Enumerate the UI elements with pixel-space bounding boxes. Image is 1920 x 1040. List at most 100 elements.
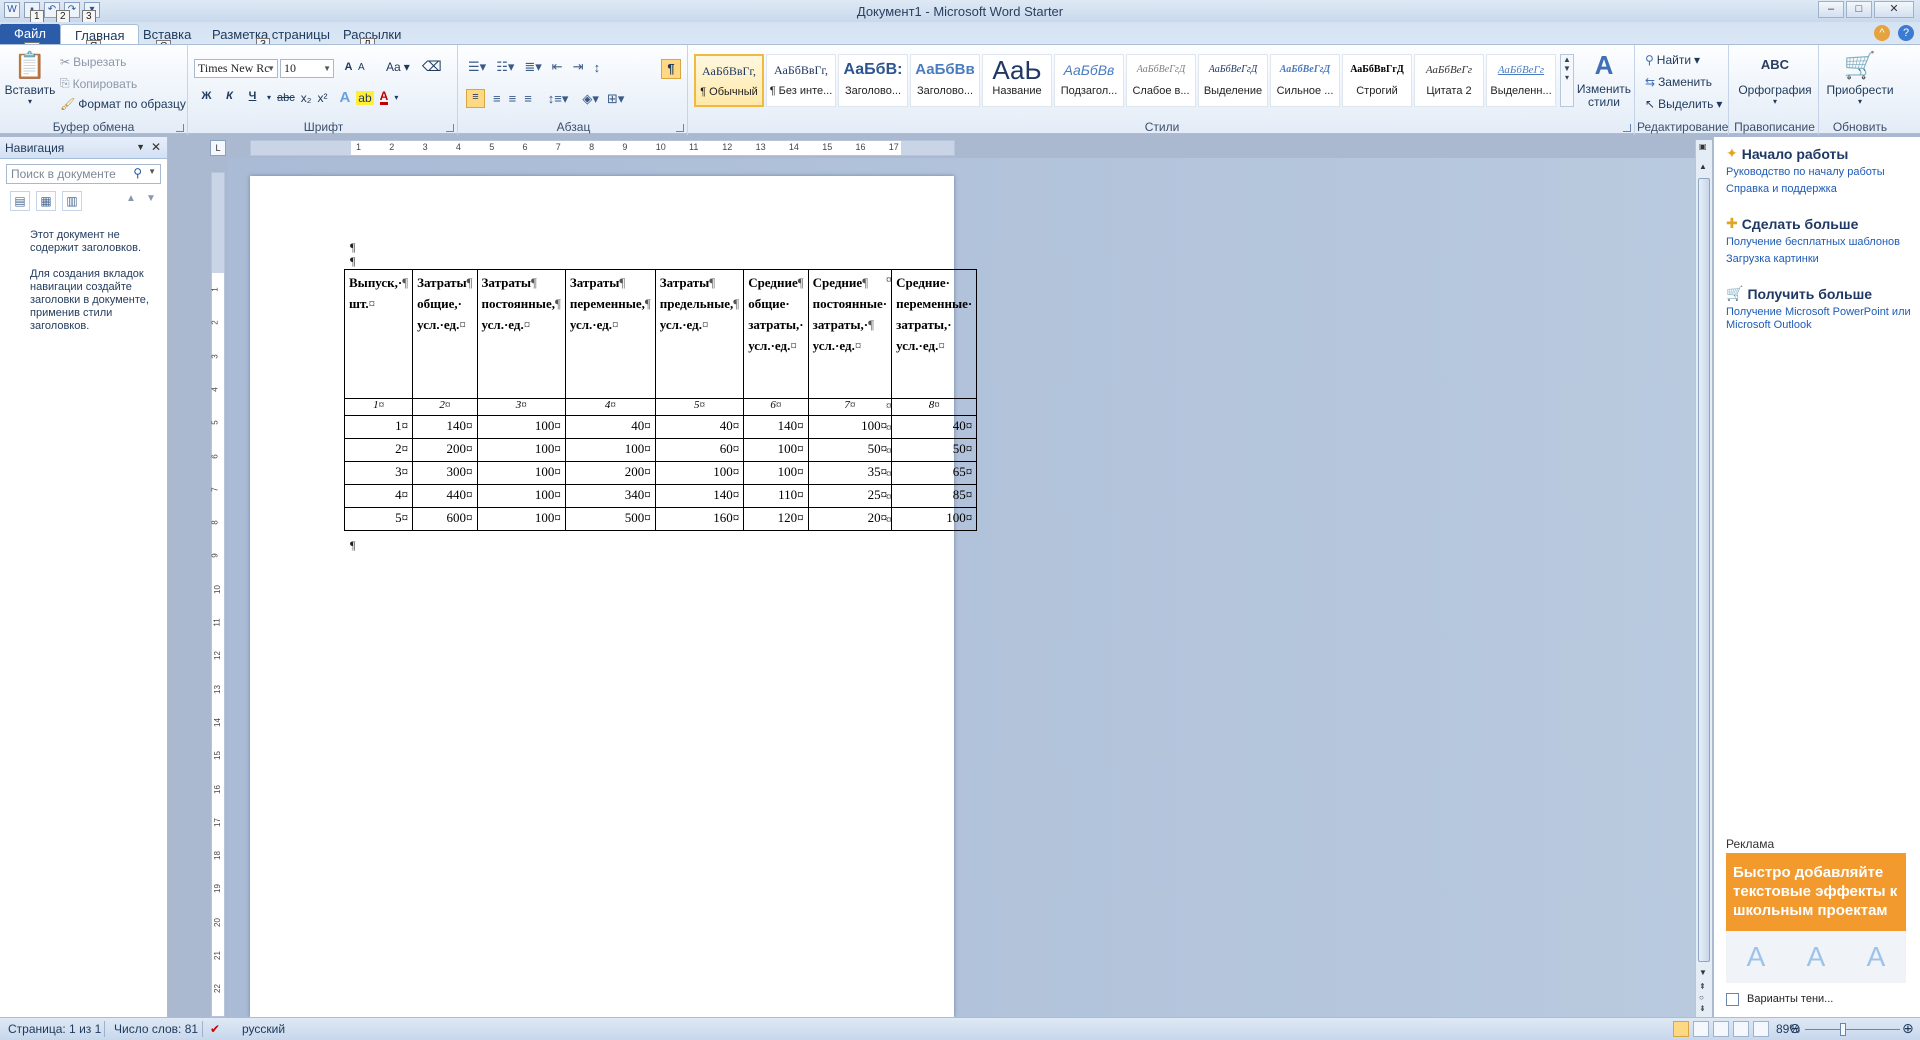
outline-view-icon[interactable]	[1733, 1021, 1749, 1037]
proofing-status-icon[interactable]: ✔	[210, 1022, 220, 1036]
table-header-cell[interactable]: Затраты¶ постоянные,¶ усл.·ед.¤	[476, 269, 566, 399]
table-cell[interactable]: 65¤	[891, 461, 978, 485]
align-center-icon[interactable]: ≡	[493, 91, 501, 106]
highlight-icon[interactable]: ab	[356, 90, 374, 105]
page-count[interactable]: Страница: 1 из 1	[8, 1022, 101, 1036]
table-cell[interactable]: 85¤	[891, 484, 978, 508]
table-cell[interactable]: 2¤	[343, 438, 414, 462]
table-cell[interactable]: 440¤	[412, 484, 478, 508]
zoom-out-icon[interactable]: ⊖	[1789, 1020, 1801, 1037]
paste-button[interactable]: 📋 Вставить ▾	[4, 49, 56, 106]
superscript-button[interactable]: x²	[317, 91, 327, 105]
table-header-cell[interactable]: Выпуск,·¶ шт.¤	[343, 269, 414, 399]
ad-banner[interactable]: Быстро добавляйте текстовые эффекты к шк…	[1726, 853, 1906, 931]
maximize-button[interactable]: □	[1846, 1, 1872, 18]
table-cell[interactable]: 300¤	[412, 461, 478, 485]
full-screen-view-icon[interactable]	[1693, 1021, 1709, 1037]
table-cell[interactable]: 140¤	[654, 484, 745, 508]
table-cell[interactable]: 100¤	[807, 415, 893, 439]
help-support-link[interactable]: Справка и поддержка	[1726, 183, 1885, 196]
table-cell[interactable]: 110¤	[743, 484, 809, 508]
table-header-cell[interactable]: Средние¶ постоянные· затраты,·¶ усл.·ед.…	[807, 269, 893, 399]
subscript-button[interactable]: x₂	[301, 91, 312, 105]
next-icon[interactable]: ▼	[146, 193, 156, 204]
style-subtitle[interactable]: АаБбВв Подзагол...	[1054, 54, 1124, 107]
table-cell[interactable]: 100¤	[654, 461, 745, 485]
browse-object-icon[interactable]: ○	[1699, 993, 1704, 1002]
table-cell[interactable]: 40¤	[564, 415, 656, 439]
table-cell[interactable]: 100¤	[476, 461, 566, 485]
table-cell[interactable]: 200¤	[564, 461, 656, 485]
font-color-icon[interactable]: A	[379, 90, 389, 105]
clipboard-launcher-icon[interactable]	[176, 124, 184, 132]
tab-selector-icon[interactable]: L	[210, 140, 226, 156]
select-button[interactable]: ↖ Выделить ▾	[1645, 97, 1722, 111]
font-launcher-icon[interactable]	[446, 124, 454, 132]
style-normal[interactable]: АаБбВвГг, ¶ Обычный	[694, 54, 764, 107]
table-cell[interactable]: 100¤	[476, 507, 566, 531]
style-subtle-emphasis[interactable]: АаБбВеГгД Слабое в...	[1126, 54, 1196, 107]
web-layout-view-icon[interactable]	[1713, 1021, 1729, 1037]
styles-launcher-icon[interactable]	[1623, 124, 1631, 132]
table-cell[interactable]: 100¤	[564, 438, 656, 462]
document-table[interactable]: Выпуск,·¶ шт.¤ Затраты¶ общие,· усл.·ед.¤…	[343, 269, 978, 531]
copy-button[interactable]: ⎘ Копировать	[60, 76, 137, 91]
style-emphasis[interactable]: АаБбВеГгД Выделение	[1198, 54, 1268, 107]
draft-view-icon[interactable]	[1753, 1021, 1769, 1037]
cut-button[interactable]: ✂ Вырезать	[60, 55, 126, 69]
italic-button[interactable]: К	[221, 89, 238, 106]
font-size-combo[interactable]: 10 ▼	[280, 59, 334, 78]
table-cell[interactable]: 140¤	[412, 415, 478, 439]
shadow-options-checkbox[interactable]	[1726, 992, 1739, 1006]
scroll-ruler-toggle-icon[interactable]: ▣	[1699, 142, 1707, 151]
document-page[interactable]: ¶ ¶ Выпуск,·¶ шт.¤ Затраты¶ общие,· усл.·…	[250, 176, 978, 1017]
table-number-cell[interactable]: 6¤	[743, 398, 809, 416]
table-cell[interactable]: 200¤	[412, 438, 478, 462]
table-cell[interactable]: 100¤	[476, 438, 566, 462]
borders-icon[interactable]: ⊞▾	[607, 91, 624, 107]
table-cell[interactable]: 50¤	[891, 438, 978, 462]
increase-indent-icon[interactable]: ⇥	[573, 59, 584, 75]
table-cell[interactable]: 50¤	[807, 438, 893, 462]
style-heading-2[interactable]: АаБбВв Заголово...	[910, 54, 980, 107]
table-header-cell[interactable]: Затраты¶ предельные,¶ усл.·ед.¤	[654, 269, 745, 399]
table-cell[interactable]: 140¤	[743, 415, 809, 439]
style-title[interactable]: АаЬ Название	[982, 54, 1052, 107]
table-cell[interactable]: 25¤	[807, 484, 893, 508]
table-cell[interactable]: 600¤	[412, 507, 478, 531]
table-cell[interactable]: 35¤	[807, 461, 893, 485]
ad-image[interactable]: A A A	[1726, 931, 1906, 983]
table-header-cell[interactable]: Средние¶ общие· затраты,· усл.·ед.¤	[743, 269, 809, 399]
navigation-close-icon[interactable]: ✕	[151, 140, 161, 154]
scroll-down-icon[interactable]: ▼	[1699, 968, 1707, 977]
bold-button[interactable]: Ж	[198, 89, 215, 106]
table-header-cell[interactable]: Затраты¶ переменные,¶ усл.·ед.¤	[564, 269, 656, 399]
style-no-spacing[interactable]: АаБбВвГг, ¶ Без инте...	[766, 54, 836, 107]
line-spacing-icon[interactable]: ↕≡▾	[548, 91, 569, 107]
ribbon-minimize-icon[interactable]: ^	[1874, 25, 1890, 41]
styles-gallery-scroll[interactable]: ▲ ▼ ▾	[1560, 54, 1574, 107]
navigation-search-input[interactable]: Поиск в документе ⚲ ▼	[6, 164, 161, 184]
tab-file[interactable]: Файл	[0, 24, 60, 44]
navigation-menu-icon[interactable]: ▼	[136, 142, 145, 152]
numbering-icon[interactable]: ☷▾	[496, 59, 514, 75]
table-cell[interactable]: 120¤	[743, 507, 809, 531]
pages-view-icon[interactable]: ▦	[36, 191, 56, 211]
horizontal-ruler[interactable]: 1 2 3 4 5 6 7 8 9 10 11 12 13 14 15 16 17	[250, 140, 955, 156]
free-templates-link[interactable]: Получение бесплатных шаблонов	[1726, 236, 1900, 249]
bullets-icon[interactable]: ☰▾	[468, 59, 486, 75]
buy-button[interactable]: 🛒 Приобрести ▾	[1821, 49, 1899, 106]
spelling-button[interactable]: ABC Орфография ▾	[1731, 49, 1819, 106]
shading-icon[interactable]: ◈▾	[582, 91, 599, 107]
style-intense-quote[interactable]: АаБбВеГг Выделенн...	[1486, 54, 1556, 107]
download-clipart-link[interactable]: Загрузка картинки	[1726, 253, 1900, 266]
style-strong[interactable]: АаБбВвГгД Строгий	[1342, 54, 1412, 107]
close-button[interactable]: ✕	[1874, 1, 1914, 18]
previous-icon[interactable]: ▲	[126, 193, 136, 204]
scrollbar-thumb[interactable]	[1698, 178, 1710, 962]
language-indicator[interactable]: русский	[242, 1022, 285, 1036]
text-effects-icon[interactable]: A	[339, 89, 350, 106]
shrink-font-button[interactable]: A	[358, 62, 365, 73]
tab-page-layout[interactable]: Разметка страницы	[202, 26, 340, 43]
paragraph-launcher-icon[interactable]	[676, 124, 684, 132]
